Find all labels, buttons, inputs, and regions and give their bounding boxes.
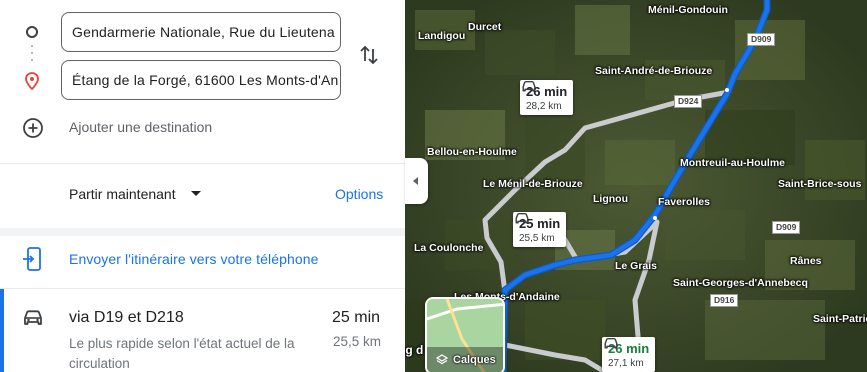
dropdown-caret-icon[interactable] — [191, 191, 201, 196]
callout-distance: 27,1 km — [608, 358, 644, 369]
phone-send-icon[interactable] — [22, 246, 44, 272]
divider — [0, 163, 405, 164]
map-place-label: Landigou — [418, 30, 466, 42]
map-place-label: Le Grais — [615, 260, 658, 272]
swap-icon[interactable] — [356, 42, 382, 68]
map-place-label: La Coulonche — [414, 242, 484, 254]
map-place-label: Le Ménil-de-Briouze — [483, 178, 583, 190]
route-callout[interactable]: 26 min 28,2 km — [520, 80, 574, 115]
origin-dot-icon — [26, 26, 38, 38]
add-destination-link[interactable]: Ajouter une destination — [69, 119, 212, 135]
road-label: D909 — [772, 221, 801, 234]
directions-panel: Gendarmerie Nationale, Rue du Lieutena É… — [0, 0, 405, 372]
road-label: D924 — [674, 95, 703, 108]
layers-button[interactable]: Calques — [425, 297, 505, 372]
origin-input[interactable]: Gendarmerie Nationale, Rue du Lieutena — [61, 12, 341, 52]
map-place-label: Ménil-Gondouin — [648, 4, 728, 16]
route-callout[interactable]: 26 min 27,1 km — [602, 337, 656, 372]
map-place-label: Saint-Georges-d'Annebecq — [673, 277, 808, 289]
map-place-label: ng d — [405, 343, 424, 357]
map-place-label: Saint-André-de-Briouze — [595, 65, 713, 77]
destination-pin-icon — [25, 72, 39, 90]
callout-distance: 28,2 km — [526, 101, 562, 112]
collapse-panel-icon[interactable] — [405, 158, 428, 204]
route-callout[interactable]: 25 min 25,5 km — [513, 212, 567, 247]
callout-distance: 25,5 km — [519, 233, 555, 244]
map-place-label: Rânes — [790, 255, 822, 267]
map-place-label: Bellou-en-Houlme — [427, 146, 517, 158]
add-icon[interactable] — [22, 117, 44, 139]
layers-icon — [436, 354, 448, 365]
options-button[interactable]: Options — [335, 186, 383, 202]
route-connector-dot — [31, 59, 33, 61]
route-via-label: via D19 et D218 — [69, 309, 184, 326]
map-place-label: Montreuil-au-Houlme — [680, 157, 785, 169]
destination-input[interactable]: Étang de la Forgé, 61600 Les Monts-d'An — [61, 60, 341, 100]
selected-route-indicator — [0, 289, 4, 372]
car-icon — [522, 80, 536, 92]
route-distance: 25,5 km — [333, 334, 382, 349]
map-place-label: Lignou — [593, 193, 628, 205]
road-label: D916 — [710, 294, 739, 307]
send-to-phone-link[interactable]: Envoyer l'itinéraire vers votre téléphon… — [69, 251, 319, 267]
route-duration: 25 min — [332, 309, 381, 326]
route-description: Le plus rapide selon l'état actuel de la… — [69, 336, 295, 371]
car-icon — [24, 310, 42, 325]
route-connector-dot — [31, 45, 33, 47]
route-connector-dot — [31, 52, 33, 54]
car-icon — [604, 337, 618, 349]
map-place-label: Durcet — [468, 21, 502, 33]
map-place-label: Saint-Patrice — [813, 313, 867, 325]
road-label: D909 — [747, 33, 776, 46]
route-option[interactable]: via D19 et D218 25 min Le plus rapide se… — [0, 288, 405, 372]
depart-now-dropdown[interactable]: Partir maintenant — [69, 186, 176, 202]
section-divider — [0, 228, 405, 236]
map-place-label: Saint-Brice-sous — [778, 178, 862, 190]
car-icon — [515, 212, 529, 224]
layers-label: Calques — [453, 354, 496, 366]
map-place-label: Faverolles — [658, 196, 710, 208]
